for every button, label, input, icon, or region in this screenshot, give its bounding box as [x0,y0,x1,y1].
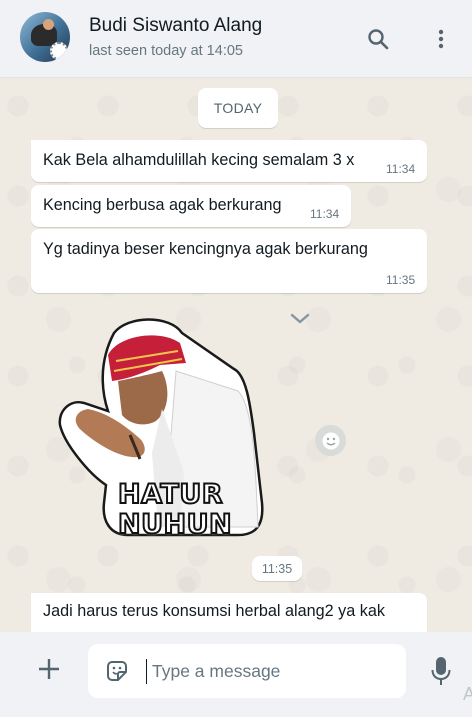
mic-icon[interactable] [426,654,456,688]
message-time: 11:35 [386,273,416,287]
sticker-icon[interactable] [104,658,130,689]
message-text: Kencing berbusa agak berkurang [43,196,282,214]
search-icon[interactable] [363,24,393,54]
message-bubble[interactable]: Kencing berbusa agak berkurang 11:34 [31,185,351,227]
sticker-caption: HATUR NUHUN [117,479,233,541]
plus-icon[interactable] [34,654,64,684]
edge-glyph: A [463,684,472,704]
message-bubble[interactable]: Yg tadinya beser kencingnya agak berkura… [31,229,427,293]
message-time: 11:34 [386,162,416,176]
message-bubble[interactable]: Jadi harus terus konsumsi herbal alang2 … [31,593,427,632]
message-input[interactable]: Type a message [88,644,406,698]
chat-header: Budi Siswanto Alang last seen today at 1… [0,0,472,78]
message-placeholder: Type a message [152,661,281,681]
last-seen-status: last seen today at 14:05 [89,43,243,59]
message-text: Kak Bela alhamdulillah kecing semalam 3 … [43,151,355,169]
emoji-icon[interactable] [315,425,346,456]
chevron-down-icon[interactable] [289,312,311,331]
sticker-caption-line: HATUR [117,479,224,511]
avatar-head [43,19,54,30]
sticker-caption-line: NUHUN [117,509,233,541]
composer-bar: Type a message A [0,632,472,717]
text-caret [146,659,147,684]
message-text: Jadi harus terus konsumsi herbal alang2 … [43,602,385,620]
menu-icon[interactable] [426,24,456,54]
contact-name[interactable]: Budi Siswanto Alang [89,15,262,37]
chat-area[interactable]: TODAY Kak Bela alhamdulillah kecing sema… [0,79,472,632]
status-ring-icon [50,42,68,60]
date-divider: TODAY [198,88,278,128]
message-text: Yg tadinya beser kencingnya agak berkura… [43,240,368,258]
message-bubble[interactable]: Kak Bela alhamdulillah kecing semalam 3 … [31,140,427,182]
message-time: 11:34 [310,207,340,221]
sticker-time: 11:35 [252,556,302,581]
contact-avatar[interactable] [20,12,70,62]
